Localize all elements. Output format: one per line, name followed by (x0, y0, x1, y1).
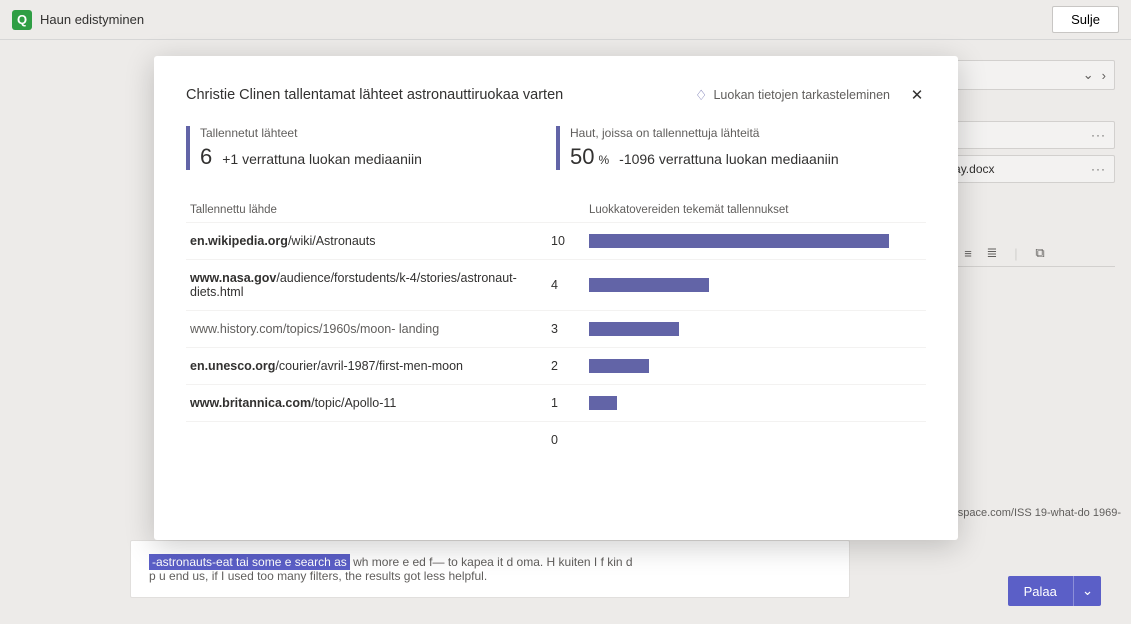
bar-fill (589, 234, 889, 248)
bullet-list-icon[interactable]: ≡ (959, 244, 977, 262)
source-domain: en.wikipedia.org (190, 234, 288, 248)
table-row: en.unesco.org/courier/avril-1987/first-m… (186, 347, 926, 384)
chevron-down-icon: ⌄ (1083, 67, 1094, 83)
link-label: Luokan tietojen tarkasteleminen (713, 88, 890, 102)
source-domain: en.unesco.org (190, 359, 275, 373)
link-icon[interactable]: ⧉ (1031, 244, 1049, 262)
app-title: Haun edistyminen (40, 12, 144, 27)
back-split-button: Palaa ⌄ (1008, 576, 1101, 606)
save-count: 2 (551, 359, 581, 373)
footer-url: www.space.com/ISS 19-what-do 1969- (931, 507, 1121, 519)
close-button[interactable]: Sulje (1052, 6, 1119, 33)
stat-label: Tallennetut lähteet (200, 126, 556, 140)
save-count: 3 (551, 322, 581, 336)
save-count: 1 (551, 396, 581, 410)
number-list-icon[interactable]: ≣ (983, 244, 1001, 262)
highlighted-text: -astronauts-eat tai some e search as (149, 554, 350, 570)
view-class-data-link[interactable]: ♢ Luokan tietojen tarkasteleminen (695, 87, 890, 104)
reflection-text: wh more e ed f— to kapea it d oma. H kui… (353, 555, 632, 569)
source-path: /wiki/Astronauts (288, 234, 376, 248)
more-icon[interactable]: ··· (1091, 128, 1106, 142)
stat-value: 50 (570, 144, 594, 170)
column-header-source: Tallennettu lähde (186, 204, 551, 216)
bar-fill (589, 278, 709, 292)
column-header-count-label: Luokkatovereiden tekemät tallennukset (581, 204, 926, 216)
search-progress-icon: Q (12, 10, 32, 30)
source-domain: www.nasa.gov (190, 271, 276, 285)
modal-title: Christie Clinen tallentamat lähteet astr… (186, 87, 563, 103)
stat-searches-with-sources: Haut, joissa on tallennettuja lähteitä 5… (556, 126, 926, 170)
save-count: 10 (551, 234, 581, 248)
back-dropdown[interactable]: ⌄ (1073, 576, 1101, 606)
lightbulb-icon: ♢ (695, 87, 708, 104)
reflection-text: p u end us, if I used too many filters, … (149, 569, 831, 583)
bar-fill (589, 322, 679, 336)
back-button[interactable]: Palaa (1008, 576, 1073, 606)
app-bar: Q Haun edistyminen Sulje (0, 0, 1131, 40)
table-row: www.nasa.gov/audience/forstudents/k-4/st… (186, 259, 926, 310)
stat-saved-sources: Tallennetut lähteet 6 +1 verrattuna luok… (186, 126, 556, 170)
source-path: /courier/avril-1987/first-men-moon (275, 359, 463, 373)
reflection-card: -astronauts-eat tai some e search as wh … (130, 540, 850, 598)
stat-label: Haut, joissa on tallennettuja lähteitä (570, 126, 926, 140)
sources-modal: Christie Clinen tallentamat lähteet astr… (154, 56, 958, 540)
column-header-count (551, 204, 581, 216)
stat-comparison: +1 verrattuna luokan mediaaniin (222, 151, 422, 167)
source-path: /topics/1960s/moon- landing (283, 322, 439, 336)
chevron-right-icon[interactable]: › (1102, 68, 1106, 83)
table-row: www.britannica.com/topic/Apollo-11 1 (186, 384, 926, 421)
sources-table: Tallennettu lähde Luokkatovereiden tekem… (186, 198, 926, 458)
more-icon[interactable]: ··· (1091, 162, 1106, 176)
save-count: 0 (551, 433, 581, 447)
stat-value: 6 (200, 144, 212, 170)
source-path: /topic/Apollo-11 (311, 396, 396, 410)
source-domain: www.history.com (190, 322, 283, 336)
save-count: 4 (551, 278, 581, 292)
table-row: www.history.com/topics/1960s/moon- landi… (186, 310, 926, 347)
source-domain: www.britannica.com (190, 396, 311, 410)
bar-fill (589, 359, 649, 373)
bar-fill (589, 396, 617, 410)
stat-comparison: -1096 verrattuna luokan mediaaniin (619, 151, 838, 167)
table-row: 0 (186, 421, 926, 458)
table-row: en.wikipedia.org/wiki/Astronauts 10 (186, 222, 926, 259)
close-icon[interactable]: ✕ (908, 86, 926, 104)
